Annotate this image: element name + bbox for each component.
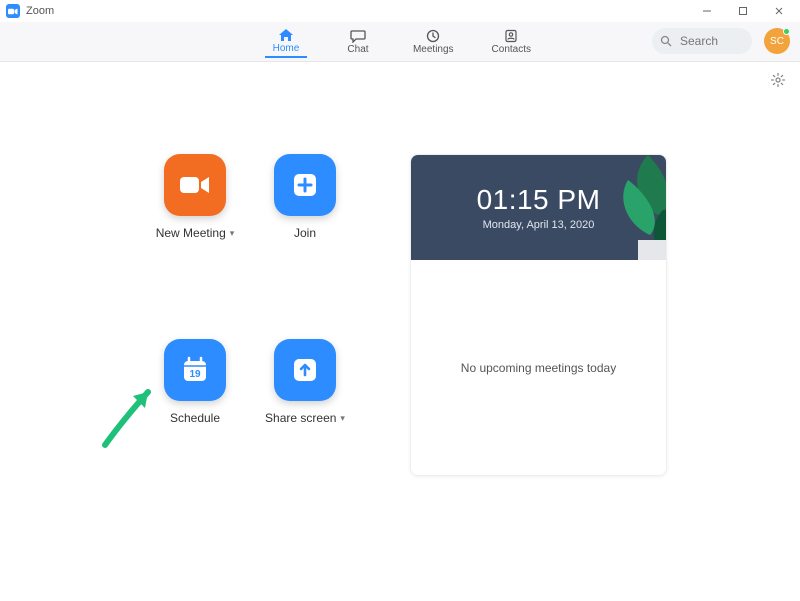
presence-status-dot — [783, 28, 790, 35]
search-icon — [660, 35, 672, 47]
join-button[interactable] — [274, 154, 336, 216]
contacts-icon — [504, 28, 518, 44]
tab-label: Home — [273, 43, 300, 54]
chevron-down-icon: ▾ — [230, 228, 235, 239]
settings-button[interactable] — [768, 70, 788, 90]
search-input[interactable] — [678, 33, 738, 49]
chevron-down-icon: ▾ — [340, 413, 345, 424]
plus-icon — [290, 170, 320, 200]
action-label: Schedule — [170, 411, 220, 425]
clock-icon — [426, 28, 440, 44]
chat-icon — [350, 28, 366, 44]
current-date: Monday, April 13, 2020 — [483, 219, 595, 231]
current-time: 01:15 PM — [477, 184, 601, 216]
tab-home[interactable]: Home — [265, 25, 307, 58]
home-icon — [278, 27, 294, 43]
schedule-button[interactable]: 19 — [164, 339, 226, 401]
new-meeting-button[interactable] — [164, 154, 226, 216]
user-avatar[interactable]: SC — [764, 28, 790, 54]
tab-contacts[interactable]: Contacts — [488, 25, 535, 58]
share-up-arrow-icon — [290, 355, 320, 385]
window-title: Zoom — [26, 5, 54, 17]
tab-label: Chat — [347, 44, 368, 55]
home-actions-grid: New Meeting ▾ Join — [140, 154, 360, 476]
gear-icon — [770, 72, 786, 88]
svg-text:19: 19 — [189, 369, 201, 380]
top-nav: Home Chat Meetings Contacts SC — [0, 22, 800, 62]
clock-hero: 01:15 PM Monday, April 13, 2020 — [411, 155, 666, 260]
video-camera-icon — [178, 173, 212, 197]
window-titlebar: Zoom — [0, 0, 800, 22]
upcoming-meetings-body: No upcoming meetings today — [411, 260, 666, 475]
action-label: New Meeting — [156, 226, 226, 240]
avatar-initials: SC — [770, 36, 784, 47]
window-minimize-button[interactable] — [692, 2, 722, 20]
window-maximize-button[interactable] — [728, 2, 758, 20]
action-label: Join — [294, 226, 316, 240]
no-meetings-text: No upcoming meetings today — [461, 361, 616, 375]
calendar-icon: 19 — [179, 354, 211, 386]
share-screen-label-row[interactable]: Share screen ▾ — [265, 411, 345, 425]
tab-label: Contacts — [492, 44, 531, 55]
plant-decoration — [608, 155, 666, 260]
upcoming-panel: 01:15 PM Monday, April 13, 2020 No upcom… — [410, 154, 667, 476]
search-box[interactable] — [652, 28, 752, 54]
window-close-button[interactable] — [764, 2, 794, 20]
share-screen-button[interactable] — [274, 339, 336, 401]
action-label: Share screen — [265, 411, 336, 425]
tab-meetings[interactable]: Meetings — [409, 25, 458, 58]
tab-label: Meetings — [413, 44, 454, 55]
tab-chat[interactable]: Chat — [337, 25, 379, 58]
zoom-app-icon — [6, 4, 20, 18]
new-meeting-label-row[interactable]: New Meeting ▾ — [156, 226, 235, 240]
